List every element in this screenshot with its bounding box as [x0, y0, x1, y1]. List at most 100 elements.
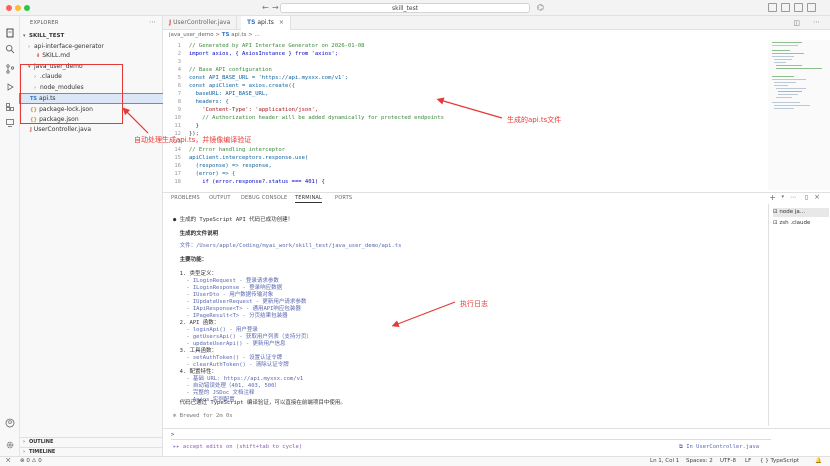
- notifications-icon[interactable]: 🔔: [815, 457, 822, 466]
- annotation-auto-text: 自动处理生成api.ts，并镜像编译验证: [134, 136, 252, 144]
- chevron-down-icon[interactable]: ▾: [781, 194, 784, 200]
- code-line: 8 headers: {: [177, 99, 229, 105]
- accept-edits-hint: ▸▸ accept edits on (shift+tab to cycle): [173, 444, 303, 450]
- remote-explorer-icon[interactable]: [5, 118, 15, 128]
- code-line: 5 const API_BASE_URL = 'https://api.myxxx…: [177, 75, 348, 81]
- tab-ports[interactable]: PORTS: [335, 195, 352, 201]
- code-editor[interactable]: 1// Generated by API Interface Generator…: [163, 40, 768, 190]
- breadcrumb-folder[interactable]: java_user_demo: [169, 32, 214, 38]
- title-bar: ← → skill_test ⌬: [0, 0, 830, 16]
- terminal-output[interactable]: ● 生成的 TypeScript API 代码已成功创建！ 生成的文件说明 文件…: [163, 204, 768, 426]
- close-window-button[interactable]: [6, 5, 12, 11]
- typescript-icon: TS: [247, 19, 256, 26]
- line-ending[interactable]: LF: [745, 457, 751, 466]
- indentation[interactable]: Spaces: 2: [686, 457, 713, 466]
- new-terminal-icon[interactable]: +: [769, 193, 776, 202]
- close-icon[interactable]: ×: [279, 19, 284, 26]
- outline-section[interactable]: › OUTLINE: [20, 437, 163, 446]
- code-line: 1// Generated by API Interface Generator…: [177, 43, 365, 49]
- account-icon[interactable]: [5, 418, 15, 428]
- tab-output[interactable]: OUTPUT: [209, 195, 231, 201]
- language-mode[interactable]: { } TypeScript: [760, 457, 799, 466]
- code-line: 7 baseURL: API_BASE_URL,: [177, 91, 269, 97]
- extensions-icon[interactable]: [5, 102, 15, 112]
- more-actions-icon[interactable]: ⋯: [149, 18, 156, 26]
- annotation-log-text: 执行日志: [460, 300, 488, 308]
- terminal-line: ✻ Brewed for 2m 0s: [173, 413, 233, 419]
- maximize-panel-icon[interactable]: ▯: [805, 194, 808, 201]
- breadcrumb-file[interactable]: api.ts: [231, 32, 246, 38]
- code-line: 18 if (error.response?.status === 401) {: [174, 179, 325, 185]
- breadcrumb-separator: >: [248, 32, 253, 38]
- annotation-file-text: 生成的api.ts文件: [507, 116, 562, 124]
- panel-tab-bar: PROBLEMS OUTPUT DEBUG CONSOLE TERMINAL P…: [163, 192, 830, 204]
- files-icon[interactable]: [5, 28, 15, 38]
- timeline-section[interactable]: › TIMELINE: [20, 447, 163, 456]
- tab-problems[interactable]: PROBLEMS: [171, 195, 200, 201]
- terminal-line: 文件：/Users/apple/Coding/myai_work/skill_t…: [173, 243, 402, 249]
- code-line: 3: [177, 59, 181, 65]
- annotation-box: [20, 64, 123, 124]
- command-center-search[interactable]: skill_test: [280, 3, 530, 13]
- minimize-window-button[interactable]: [15, 5, 21, 11]
- more-actions-icon[interactable]: ⋯: [813, 18, 820, 26]
- split-editor-icon[interactable]: ◫: [793, 19, 800, 27]
- code-line: 16 (response) => response,: [174, 163, 272, 169]
- java-icon: J: [30, 127, 32, 133]
- tree-item-api-interface-generator[interactable]: › api-interface-generator: [20, 42, 163, 51]
- terminal-icon: ⊡: [773, 209, 778, 215]
- back-arrow-icon[interactable]: ←: [262, 3, 269, 13]
- source-control-icon[interactable]: [5, 64, 15, 74]
- tab-usercontroller-java[interactable]: J UserController.java: [163, 16, 238, 30]
- toggle-sidebar-icon[interactable]: [768, 3, 777, 12]
- markdown-icon: ⬇: [36, 53, 41, 59]
- code-line: 2 import axios, { AxiosInstance } from 'a…: [177, 51, 339, 57]
- toggle-panel-icon[interactable]: [781, 3, 790, 12]
- tree-item-skill-md[interactable]: ⬇ SKILL.md: [20, 51, 163, 60]
- copilot-icon[interactable]: ⌬: [537, 3, 544, 13]
- encoding[interactable]: UTF-8: [720, 457, 736, 466]
- code-line: 10 // Authorization header will be added…: [174, 115, 444, 121]
- terminal-line: 代码已通过 TypeScript 编译验证，可以直接在前端项目中使用。: [173, 400, 346, 406]
- problems-indicator[interactable]: ⊗ 0 ⚠ 0: [20, 457, 42, 466]
- more-actions-icon[interactable]: ⋯: [790, 194, 796, 201]
- code-line: 11 }: [174, 123, 199, 129]
- status-bar: ⨉ ⊗ 0 ⚠ 0 Ln 1, Col 1 Spaces: 2 UTF-8 LF…: [0, 456, 830, 466]
- run-debug-icon[interactable]: [5, 82, 15, 92]
- remote-indicator-icon[interactable]: ⨉: [6, 457, 10, 466]
- tab-terminal[interactable]: TERMINAL: [295, 195, 323, 203]
- maximize-window-button[interactable]: [24, 5, 30, 11]
- terminal-session-list: ⊡ node ja... ⊡ zsh .claude: [768, 204, 830, 426]
- explorer-header: EXPLORER: [30, 20, 59, 26]
- code-line: 15 apiClient.interceptors.response.use(: [174, 155, 309, 161]
- minimap[interactable]: [768, 40, 830, 190]
- customize-layout-icon[interactable]: [807, 3, 816, 12]
- tab-api-ts[interactable]: TS api.ts ×: [241, 16, 291, 30]
- code-line: 14// Error handling interceptor: [174, 147, 286, 153]
- breadcrumb: java_user_demo > TS api.ts > ...: [163, 30, 830, 40]
- terminal-icon: ⊡: [773, 220, 778, 226]
- breadcrumb-symbol[interactable]: ...: [254, 32, 259, 38]
- context-file-indicator: ⧉ In UserController.java: [679, 444, 760, 450]
- forward-arrow-icon[interactable]: →: [272, 3, 279, 13]
- terminal-line: 生成的文件说明: [173, 231, 219, 237]
- activity-bar: [0, 16, 20, 456]
- terminal-line: 主要功能：: [173, 257, 208, 263]
- terminal-session-node[interactable]: ⊡ node ja...: [773, 208, 829, 217]
- prompt-input[interactable]: >: [171, 431, 771, 440]
- tab-debug-console[interactable]: DEBUG CONSOLE: [241, 195, 287, 201]
- terminal-session-zsh[interactable]: ⊡ zsh .claude: [773, 219, 829, 228]
- typescript-icon: TS: [221, 32, 230, 38]
- search-icon[interactable]: [5, 44, 15, 54]
- code-line: 9 'Content-Type': 'application/json',: [177, 107, 319, 113]
- toggle-secondary-sidebar-icon[interactable]: [794, 3, 803, 12]
- close-icon[interactable]: ×: [814, 193, 820, 201]
- workspace-root[interactable]: ▾ SKILL_TEST: [20, 32, 163, 41]
- gear-icon[interactable]: [5, 440, 15, 450]
- claude-prompt-area: > ▸▸ accept edits on (shift+tab to cycle…: [163, 428, 830, 456]
- code-line: 6 const apiClient = axios.create({: [177, 83, 295, 89]
- code-line: 4// Base API configuration: [177, 67, 272, 73]
- java-icon: J: [169, 19, 172, 26]
- cursor-position[interactable]: Ln 1, Col 1: [650, 457, 679, 466]
- tree-item-usercontroller-java[interactable]: J UserController.java: [20, 125, 163, 134]
